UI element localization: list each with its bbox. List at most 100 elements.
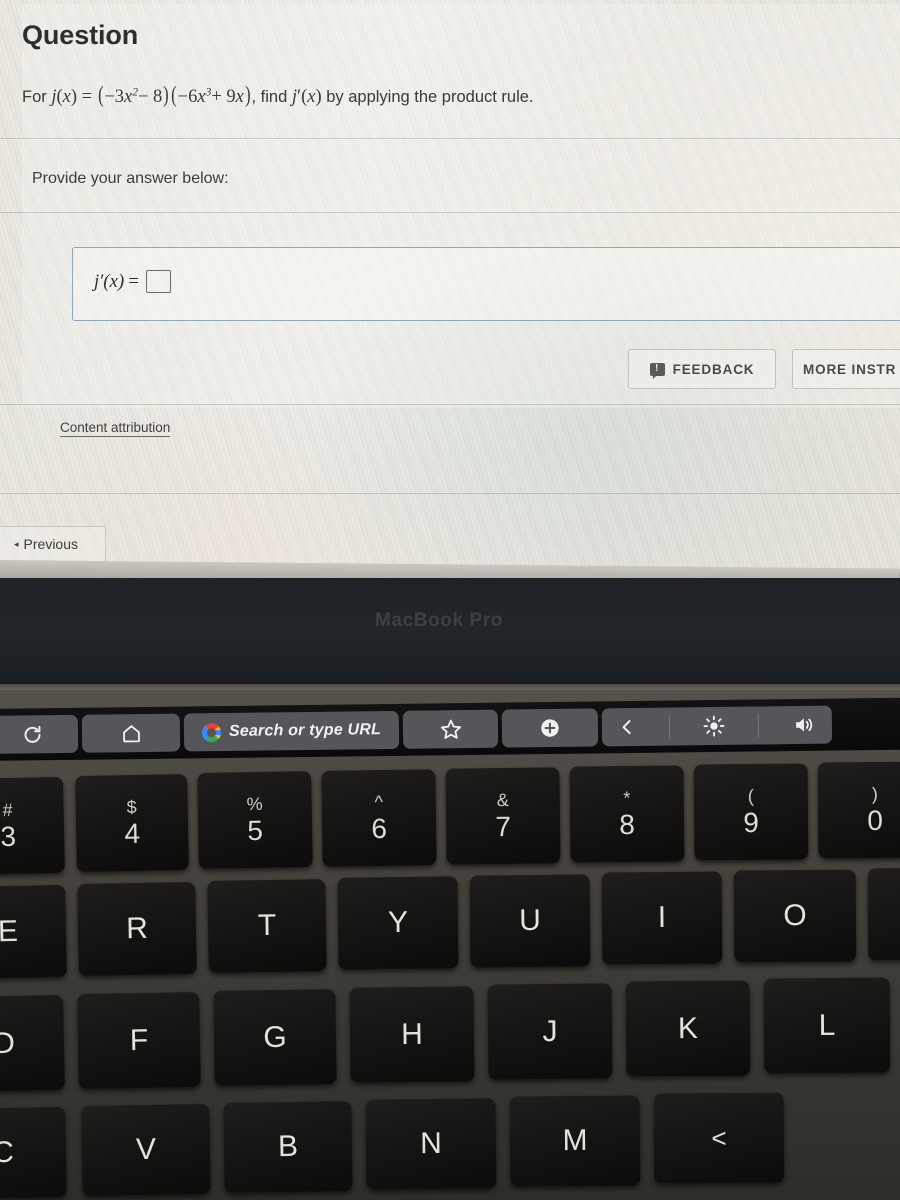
key-u-label: U (518, 903, 541, 938)
key-0-label: 0 (867, 804, 883, 837)
key-e[interactable]: E (0, 884, 67, 980)
key-m-label: M (562, 1123, 588, 1158)
term-x2: x (197, 87, 206, 107)
key-o-label: O (783, 898, 807, 933)
equals-sign: = (81, 87, 93, 107)
key-4[interactable]: $ 4 (75, 773, 189, 873)
key-6[interactable]: ^ 6 (321, 769, 437, 867)
key-v[interactable]: V (81, 1104, 211, 1196)
volume-icon[interactable] (791, 714, 815, 736)
feedback-button[interactable]: ! FEEDBACK (628, 349, 776, 389)
key-9[interactable]: ( 9 (693, 763, 809, 861)
divider-mid (0, 212, 900, 213)
key-f[interactable]: F (77, 991, 201, 1090)
key-p[interactable] (867, 867, 900, 961)
key-b[interactable]: B (223, 1101, 353, 1193)
question-card (22, 4, 900, 408)
answer-equals: = (127, 270, 140, 292)
keyboard-letter-row-home[interactable]: D F G H J K L (0, 977, 900, 1093)
key-9-label: 9 (743, 806, 760, 839)
key-d[interactable]: D (0, 994, 65, 1093)
answer-input-field[interactable] (72, 247, 900, 321)
key-0[interactable]: ) 0 (817, 761, 900, 859)
screen-bottom-edge (0, 560, 900, 578)
touch-bar[interactable]: Search or type URL (0, 697, 900, 761)
key-j-label: J (542, 1014, 558, 1048)
more-instruction-label: MORE INSTR (803, 361, 897, 377)
key-k[interactable]: K (625, 980, 751, 1077)
key-8-label: 8 (619, 808, 636, 841)
key-h[interactable]: H (349, 986, 475, 1083)
key-r[interactable]: R (77, 881, 197, 977)
key-3-label: 3 (0, 820, 17, 853)
touchbar-divider-2 (757, 713, 759, 738)
divider-top (0, 138, 900, 139)
divider-footer (0, 493, 900, 494)
key-g[interactable]: G (213, 989, 337, 1086)
key-l[interactable]: L (763, 977, 891, 1074)
search-or-type-url-button[interactable]: Search or type URL (183, 710, 400, 752)
answer-expression[interactable]: j′(x) = (94, 270, 171, 293)
search-bar-label: Search or type URL (228, 721, 382, 740)
key-d-label: D (0, 1026, 16, 1060)
key-5-label: 5 (247, 814, 264, 847)
key-7[interactable]: & 7 (445, 767, 561, 865)
term-plus9: + 9 (211, 87, 236, 107)
divider-card-bottom (0, 404, 900, 405)
key-u[interactable]: U (469, 874, 591, 968)
home-icon[interactable] (81, 713, 181, 753)
key-j[interactable]: J (487, 983, 613, 1080)
answer-blank-box[interactable] (146, 270, 171, 293)
laptop-bezel: MacBook Pro (0, 572, 900, 684)
key-b-label: B (277, 1129, 299, 1164)
term-neg6: −6 (177, 87, 198, 107)
keyboard-letter-row-top[interactable]: E R T Y U I O (0, 867, 900, 980)
key-comma[interactable]: < (653, 1092, 785, 1184)
reload-icon[interactable] (0, 714, 79, 754)
term-x3: x (235, 87, 244, 107)
key-o[interactable]: O (733, 869, 857, 963)
answer-lhs: j′(x) (94, 270, 125, 292)
chevron-left-icon[interactable] (618, 717, 636, 737)
key-c[interactable]: C (0, 1106, 67, 1200)
key-t[interactable]: T (207, 879, 327, 973)
key-y-label: Y (387, 905, 409, 940)
touchbar-system-controls[interactable] (601, 705, 833, 747)
content-attribution-link[interactable]: Content attribution (60, 420, 171, 437)
key-c-label: C (0, 1135, 15, 1170)
answer-prompt: Provide your answer below: (32, 170, 229, 187)
paren-close-1: ) (163, 82, 169, 107)
brightness-icon[interactable] (703, 715, 725, 737)
key-n[interactable]: N (365, 1098, 497, 1190)
key-v-label: V (135, 1132, 157, 1167)
key-4-label: 4 (124, 817, 141, 850)
keyboard-deck: Search or type URL # 3 $ 4 % 5 ^ 6 & 7 *… (0, 690, 900, 1200)
question-suffix-b: by applying the product rule. (321, 88, 534, 106)
caret-left-icon: ◂ (14, 538, 19, 549)
previous-button[interactable]: ◂ Previous (0, 526, 106, 562)
key-y[interactable]: Y (337, 876, 459, 970)
key-m[interactable]: M (509, 1095, 641, 1187)
paren-open-1: ( (97, 82, 104, 107)
paren-open-2: ( (171, 82, 177, 107)
key-8[interactable]: * 8 (569, 765, 685, 863)
keyboard-number-row[interactable]: # 3 $ 4 % 5 ^ 6 & 7 * 8 ( 9 ) 0 (0, 761, 900, 876)
key-comma-label: < (711, 1122, 727, 1153)
more-instruction-button[interactable]: MORE INSTR (792, 349, 900, 389)
feedback-button-label: FEEDBACK (672, 361, 755, 377)
key-3[interactable]: # 3 (0, 776, 65, 876)
paren-close-2: ) (244, 82, 251, 107)
question-prefix: For (22, 88, 52, 106)
plus-circle-icon[interactable] (501, 708, 599, 748)
key-e-label: E (0, 914, 19, 949)
key-i-label: I (657, 900, 667, 935)
key-n-label: N (419, 1126, 442, 1161)
key-7-shift: & (496, 789, 509, 811)
fn-paren-close: ) (70, 87, 78, 107)
key-5[interactable]: % 5 (197, 771, 313, 869)
keyboard-letter-row-bottom[interactable]: C V B N M < (0, 1092, 900, 1200)
key-i[interactable]: I (601, 871, 723, 965)
key-r-label: R (125, 911, 149, 946)
macbook-pro-logo: MacBook Pro (375, 610, 504, 631)
star-icon[interactable] (402, 709, 499, 749)
